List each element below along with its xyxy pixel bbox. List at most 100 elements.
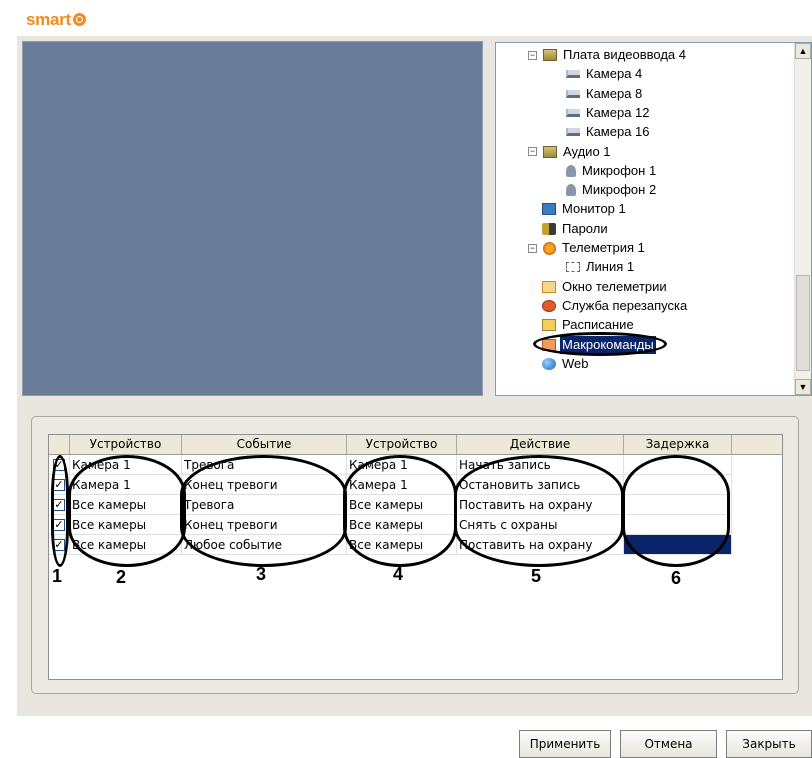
microphone-icon: [566, 184, 576, 197]
line-icon: [566, 262, 580, 273]
annotation-number: 5: [531, 566, 542, 586]
table-row[interactable]: ✓ Все камеры Конец тревоги Все камеры Снять …: [49, 515, 732, 535]
annotation-number: 6: [671, 568, 682, 588]
tree-item-label: Линия 1: [586, 259, 635, 275]
tree-item-label: Камера 16: [586, 124, 650, 140]
table-cell-target[interactable]: Камера 1: [347, 455, 457, 475]
column-header[interactable]: Устройство: [70, 435, 182, 454]
column-header[interactable]: Задержка: [624, 435, 732, 454]
board-icon: [543, 145, 557, 158]
tree-item[interactable]: Микрофон 1: [566, 162, 658, 180]
table-cell-target[interactable]: Все камеры: [347, 515, 457, 535]
annotation-number: 3: [256, 564, 267, 584]
logo-icon: [72, 13, 86, 26]
tree-item[interactable]: Окно телеметрии: [542, 278, 669, 296]
table-cell-action[interactable]: Снять с охраны: [457, 515, 624, 535]
tree-scrollbar[interactable]: ▲ ▼: [794, 43, 811, 395]
tree-item[interactable]: Web: [542, 355, 591, 373]
apply-button[interactable]: Применить: [519, 730, 611, 758]
expander-icon[interactable]: −: [528, 243, 537, 253]
table-header: Устройство Событие Устройство Действие Задер…: [49, 435, 782, 455]
tree-item-label: Камера 8: [586, 85, 643, 101]
column-header[interactable]: Устройство: [347, 435, 457, 454]
table-cell-event[interactable]: Любое событие: [182, 535, 347, 555]
enabled-checkbox[interactable]: ✓: [53, 519, 65, 531]
annotation-number: 4: [393, 564, 404, 584]
schedule-icon: [542, 319, 556, 332]
scroll-thumb[interactable]: [796, 275, 810, 371]
board-icon: [543, 49, 557, 61]
tree-item-label: Аудио 1: [563, 143, 611, 159]
table-cell-target[interactable]: Все камеры: [347, 535, 457, 555]
tree-item-label: Плата видеоввода 4: [563, 47, 687, 62]
table-cell-target[interactable]: Все камеры: [347, 495, 457, 515]
tree-item-label: Микрофон 2: [582, 182, 657, 198]
enabled-checkbox[interactable]: ✓: [53, 539, 65, 551]
expander-icon[interactable]: −: [528, 50, 537, 60]
table-cell-target[interactable]: Камера 1: [347, 475, 457, 495]
macro-table[interactable]: Устройство Событие Устройство Действие Задер…: [48, 434, 783, 680]
camera-icon: [566, 89, 580, 98]
row-checkbox-cell[interactable]: ✓: [49, 455, 70, 475]
tree-item[interactable]: Камера 4: [566, 65, 644, 83]
column-header[interactable]: Событие: [182, 435, 347, 454]
tree-item[interactable]: − Аудио 1: [528, 143, 613, 161]
table-cell-event[interactable]: Тревога: [182, 455, 347, 475]
window-icon: [542, 280, 556, 293]
table-cell-device[interactable]: Все камеры: [70, 495, 182, 515]
annotation-number: 1: [52, 566, 63, 586]
table-cell-device[interactable]: Камера 1: [70, 455, 182, 475]
row-checkbox-cell[interactable]: ✓: [49, 515, 70, 535]
table-cell-event[interactable]: Тревога: [182, 495, 347, 515]
row-checkbox-cell[interactable]: ✓: [49, 535, 70, 555]
table-cell-delay[interactable]: [624, 515, 732, 535]
header-check-column: [49, 435, 70, 454]
tree-item[interactable]: Монитор 1: [542, 200, 628, 218]
tree-item[interactable]: Камера 8: [566, 85, 644, 103]
table-cell-delay[interactable]: [624, 495, 732, 515]
expander-icon[interactable]: −: [528, 147, 537, 156]
tree-item-label: Окно телеметрии: [562, 278, 667, 294]
restart-icon: [542, 299, 556, 312]
column-header[interactable]: Действие: [457, 435, 624, 454]
logo: smart: [26, 10, 86, 30]
annotation-ellipse-macro: [533, 332, 667, 356]
table-cell-action[interactable]: Поставить на охрану: [457, 535, 624, 555]
tree-item[interactable]: − Плата видеоввода 4: [528, 46, 688, 64]
table-row[interactable]: ✓ Все камеры Любое событие Все камеры Постав…: [49, 535, 732, 555]
enabled-checkbox[interactable]: ✓: [53, 479, 65, 491]
table-cell-delay[interactable]: [624, 475, 732, 495]
table-row[interactable]: ✓ Камера 1 Конец тревоги Камера 1 Остановить…: [49, 475, 732, 495]
table-cell-event[interactable]: Конец тревоги: [182, 515, 347, 535]
table-cell-delay[interactable]: [624, 535, 732, 555]
tree-item[interactable]: Камера 12: [566, 104, 652, 122]
table-cell-device[interactable]: Все камеры: [70, 515, 182, 535]
table-cell-event[interactable]: Конец тревоги: [182, 475, 347, 495]
table-cell-delay[interactable]: [624, 455, 732, 475]
table-row[interactable]: ✓ Все камеры Тревога Все камеры Поставить на…: [49, 495, 732, 515]
tree-item-label: Монитор 1: [562, 201, 626, 217]
enabled-checkbox[interactable]: ✓: [53, 499, 65, 511]
enabled-checkbox[interactable]: ✓: [53, 459, 65, 471]
tree-item[interactable]: Камера 16: [566, 123, 652, 141]
tree-item[interactable]: Служба перезапуска: [542, 297, 689, 315]
tree-item[interactable]: Линия 1: [566, 258, 636, 276]
tree-item[interactable]: Пароли: [542, 220, 610, 238]
cancel-button[interactable]: Отмена: [620, 730, 717, 758]
row-checkbox-cell[interactable]: ✓: [49, 495, 70, 515]
table-cell-device[interactable]: Камера 1: [70, 475, 182, 495]
tree-item[interactable]: Микрофон 2: [566, 181, 658, 199]
tree-item[interactable]: − Телеметрия 1: [528, 239, 647, 257]
scroll-down-icon[interactable]: ▼: [795, 379, 811, 395]
camera-icon: [566, 108, 580, 117]
table-cell-action[interactable]: Остановить запись: [457, 475, 624, 495]
scroll-up-icon[interactable]: ▲: [795, 43, 811, 59]
close-button[interactable]: Закрыть: [726, 730, 812, 758]
tree-item-label: Web: [562, 355, 589, 371]
table-cell-action[interactable]: Начать запись: [457, 455, 624, 475]
row-checkbox-cell[interactable]: ✓: [49, 475, 70, 495]
video-preview: [22, 41, 483, 396]
table-row[interactable]: ✓ Камера 1 Тревога Камера 1 Начать запись: [49, 455, 732, 475]
table-cell-device[interactable]: Все камеры: [70, 535, 182, 555]
table-cell-action[interactable]: Поставить на охрану: [457, 495, 624, 515]
